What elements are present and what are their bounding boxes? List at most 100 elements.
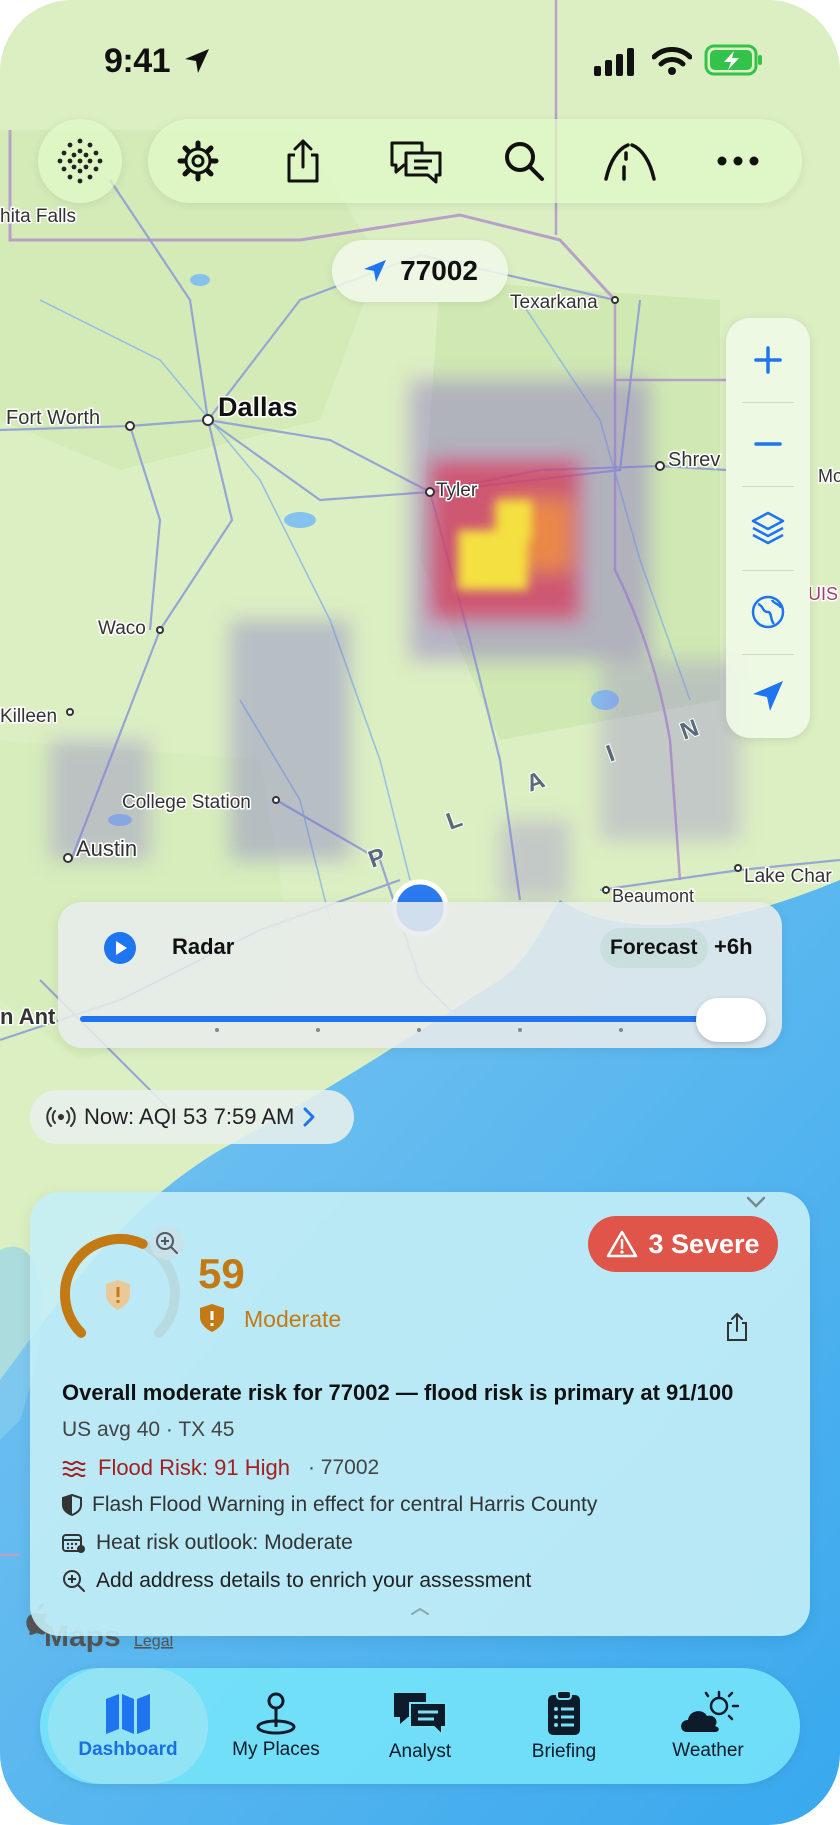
aqi-now-text: Now: AQI 53 7:59 AM xyxy=(84,1104,295,1129)
flood-warning-text: Flash Flood Warning in effect for centra… xyxy=(92,1493,598,1516)
risk-headline: Overall moderate risk for 77002 — flood … xyxy=(62,1380,734,1405)
tab-dashboard[interactable]: Dashboard xyxy=(48,1668,208,1784)
aqi-now-pill[interactable]: Now: AQI 53 7:59 AM xyxy=(30,1090,354,1144)
map-label-dallas: Dallas xyxy=(218,392,298,422)
location-services-icon xyxy=(185,49,209,73)
magnifier-plus-icon xyxy=(63,1570,85,1592)
routes-button[interactable] xyxy=(588,119,672,203)
flood-risk-label: Flood Risk: 91 High xyxy=(98,1455,290,1480)
forecast-toggle[interactable]: Forecast xyxy=(600,928,708,968)
zoom-in-button[interactable] xyxy=(726,318,810,402)
location-pill[interactable]: 77002 xyxy=(332,240,508,302)
dots-grid-icon xyxy=(57,138,103,184)
map-label-san-antonio: n Ant xyxy=(0,1004,56,1029)
risk-level: Moderate xyxy=(244,1306,342,1332)
heat-outlook-row[interactable]: Heat risk outlook: Moderate xyxy=(62,1531,353,1555)
tab-weather[interactable]: Weather xyxy=(638,1668,778,1784)
map-label-mo: Mo xyxy=(818,466,840,486)
share-icon xyxy=(287,139,319,183)
map-controls xyxy=(726,318,810,738)
zoom-out-button[interactable] xyxy=(726,402,810,486)
chat-icon xyxy=(390,141,442,184)
map-label-waco: Waco xyxy=(98,618,146,639)
tab-my-places[interactable]: My Places xyxy=(206,1668,346,1784)
shield-alert-icon xyxy=(200,1304,224,1332)
globe-view-button[interactable] xyxy=(726,570,810,654)
location-zip: 77002 xyxy=(400,255,478,286)
pin-icon xyxy=(256,1692,296,1735)
wifi-icon xyxy=(652,47,692,75)
severe-alerts-label: 3 Severe xyxy=(648,1228,760,1259)
map-label-wichita-falls: hita Falls xyxy=(0,206,76,227)
flood-warning-row[interactable]: Flash Flood Warning in effect for centra… xyxy=(62,1493,597,1517)
broadcast-icon xyxy=(46,1107,76,1127)
chevron-up-icon[interactable] xyxy=(408,1606,432,1616)
enrich-assessment-row[interactable]: Add address details to enrich your asses… xyxy=(62,1569,531,1593)
gauge-zoom-button[interactable] xyxy=(150,1226,184,1260)
menu-grid-button[interactable] xyxy=(38,119,122,203)
map-label-texarkana: Texarkana xyxy=(510,292,598,313)
location-arrow-icon xyxy=(753,681,783,711)
shield-alert-icon xyxy=(106,1280,130,1310)
location-arrow-icon xyxy=(364,260,387,282)
severe-alerts-badge[interactable]: 3 Severe xyxy=(588,1216,778,1272)
gear-icon xyxy=(177,140,219,182)
radar-slider-thumb[interactable] xyxy=(696,998,766,1042)
map-label-uis: UIS xyxy=(808,584,838,604)
risk-comparison: US avg 40 · TX 45 xyxy=(62,1418,235,1441)
layers-icon xyxy=(751,511,785,545)
calendar-heat-icon xyxy=(62,1534,85,1553)
settings-button[interactable] xyxy=(156,119,240,203)
cloud-sun-icon xyxy=(681,1690,739,1732)
map-label-austin: Austin xyxy=(76,836,137,861)
tab-bar: Dashboard My Places Analyst Briefing Wea… xyxy=(40,1668,800,1784)
forecast-offset: +6h xyxy=(714,934,753,959)
map-layers-button[interactable] xyxy=(726,486,810,570)
battery-charging-icon xyxy=(704,44,762,76)
radar-play-button[interactable] xyxy=(104,932,136,964)
chevron-right-icon xyxy=(303,1107,315,1127)
radar-label: Radar xyxy=(172,934,235,959)
map-label-killeen: Killeen xyxy=(0,706,57,727)
warning-triangle-icon xyxy=(607,1230,638,1258)
more-icon xyxy=(717,156,759,166)
risk-score: 59 xyxy=(198,1250,245,1297)
tab-dashboard-label: Dashboard xyxy=(78,1739,178,1760)
top-toolbar xyxy=(148,119,802,203)
map-label-shreveport: Shrev xyxy=(668,449,720,471)
flood-risk-row[interactable]: Flood Risk: 91 High · 77002 xyxy=(62,1455,379,1481)
tab-briefing[interactable]: Briefing xyxy=(494,1668,634,1784)
chevron-down-icon[interactable] xyxy=(744,1194,768,1210)
radar-slider-track[interactable] xyxy=(80,1016,760,1022)
zoom-icon xyxy=(156,1232,178,1254)
share-icon[interactable] xyxy=(724,1312,750,1342)
share-button[interactable] xyxy=(261,119,345,203)
search-button[interactable] xyxy=(482,119,566,203)
more-button[interactable] xyxy=(696,119,780,203)
heat-outlook-text: Heat risk outlook: Moderate xyxy=(96,1531,353,1554)
minus-icon xyxy=(754,442,782,446)
flood-waves-icon xyxy=(62,1460,86,1477)
map-label-tyler: Tyler xyxy=(436,480,478,501)
current-location-button[interactable] xyxy=(726,654,810,738)
status-time: 9:41 xyxy=(104,42,171,80)
search-icon xyxy=(505,142,544,181)
tab-weather-label: Weather xyxy=(672,1740,744,1761)
map-label-college-station: College Station xyxy=(122,792,251,813)
tab-analyst-label: Analyst xyxy=(388,1741,452,1762)
enrich-assessment-text: Add address details to enrich your asses… xyxy=(96,1569,532,1592)
tab-analyst[interactable]: Analyst xyxy=(350,1668,490,1784)
map-icon xyxy=(106,1694,150,1734)
globe-icon xyxy=(751,595,785,629)
messages-button[interactable] xyxy=(374,119,458,203)
map-label-fort-worth: Fort Worth xyxy=(6,407,100,429)
road-icon xyxy=(604,143,656,181)
radar-panel: Radar Forecast +6h xyxy=(58,902,782,1048)
clipboard-icon xyxy=(548,1690,580,1735)
radar-slider-ticks xyxy=(80,1028,760,1034)
radar-slider-fill xyxy=(80,1016,760,1022)
tab-my-places-label: My Places xyxy=(232,1739,320,1760)
shield-half-icon xyxy=(62,1494,82,1516)
app-screen: hita Falls Texarkana Fort Worth Dallas S… xyxy=(0,0,840,1825)
plus-icon xyxy=(754,346,782,374)
